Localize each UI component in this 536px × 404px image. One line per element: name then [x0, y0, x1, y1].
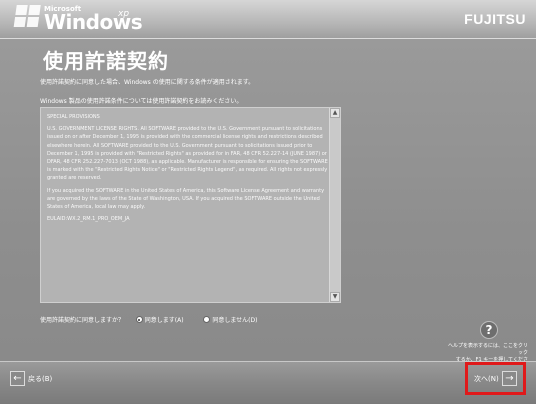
- intro-text-1: 使用許諾契約に同意した場合、Windows の使用に関する条件が適用されます。: [40, 79, 255, 86]
- back-label[interactable]: 戻る(B): [28, 374, 52, 384]
- help-text-line-1: ヘルプを表示するには、ここをクリック: [448, 343, 529, 356]
- help-icon[interactable]: ?: [480, 321, 498, 339]
- intro-text-2: Windows 製品の使用許諾条件については使用許諾契約をお読みください。: [40, 98, 243, 105]
- back-arrow-icon[interactable]: ←: [10, 371, 25, 386]
- next-button-highlight: [465, 362, 526, 395]
- scroll-up-icon[interactable]: ▲: [330, 108, 340, 118]
- main-panel: 使用許諾契約 使用許諾契約に同意した場合、Windows の使用に関する条件が適…: [0, 39, 536, 370]
- logo-xp-text: xp: [118, 9, 130, 19]
- accept-no-radio[interactable]: [203, 316, 211, 323]
- license-text: SPECIAL PROVISIONS U.S. GOVERNMENT LICEN…: [47, 113, 329, 227]
- top-bar: Microsoft Windows xp FUJITSU: [0, 0, 536, 39]
- accept-no-label[interactable]: 同意しません(D): [212, 315, 257, 324]
- windows-flag-icon: [13, 5, 43, 30]
- bottom-bar: ← 戻る(B) 次へ(N) →: [0, 361, 536, 404]
- page-title: 使用許諾契約: [43, 49, 169, 73]
- license-scrollbar[interactable]: ▲ ▼: [329, 108, 340, 302]
- accept-question: 使用許諾契約に同意しますか？: [40, 317, 125, 324]
- license-paragraph: SPECIAL PROVISIONS: [47, 114, 100, 120]
- license-paragraph: EULAID:WX.2_RM.1_PRO_OEM_JA: [47, 216, 130, 223]
- license-paragraph: U.S. GOVERNMENT LICENSE RIGHTS. All SOFT…: [47, 126, 328, 182]
- license-textbox[interactable]: SPECIAL PROVISIONS U.S. GOVERNMENT LICEN…: [40, 107, 341, 303]
- accept-row: 使用許諾契約に同意しますか？ 同意します(A) 同意しません(D): [40, 315, 257, 325]
- brand-logo: FUJITSU: [464, 11, 526, 27]
- license-paragraph: If you acquired the SOFTWARE in the Unit…: [47, 187, 325, 211]
- accept-yes-radio[interactable]: [135, 316, 143, 323]
- scroll-down-icon[interactable]: ▼: [330, 292, 340, 302]
- accept-yes-label[interactable]: 同意します(A): [145, 315, 184, 324]
